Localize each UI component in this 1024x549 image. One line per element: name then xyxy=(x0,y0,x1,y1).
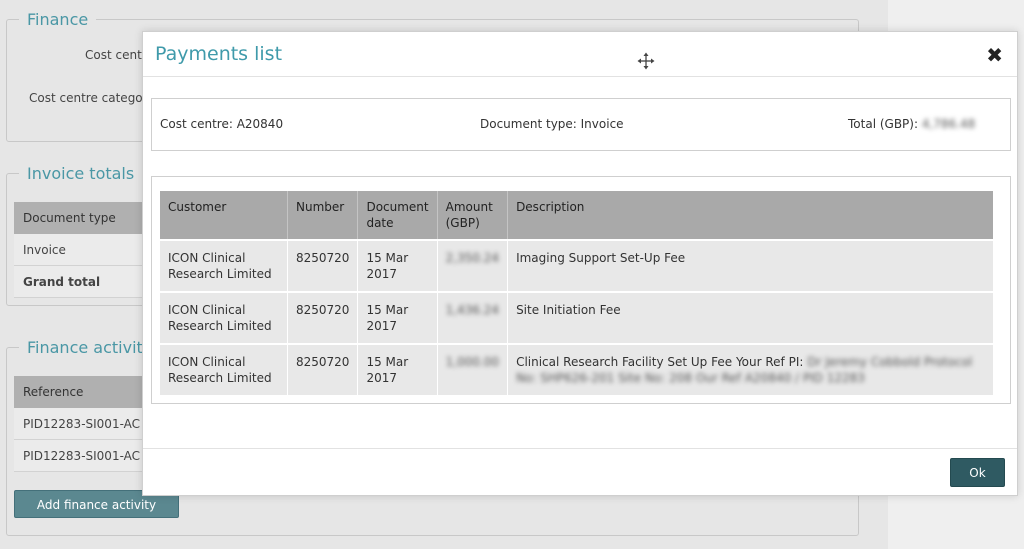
description-text: Imaging Support Set-Up Fee xyxy=(516,251,686,265)
column-header-document-date: Document date xyxy=(358,191,438,239)
description-text: Clinical Research Facility Set Up Fee Yo… xyxy=(516,355,804,369)
cell-customer: ICON Clinical Research Limited xyxy=(160,241,288,291)
move-icon[interactable] xyxy=(637,52,655,70)
column-header-customer: Customer xyxy=(160,191,288,239)
invoice-totals-row: Invoice xyxy=(14,234,144,266)
cost-centre-label: Cost cent xyxy=(85,48,142,62)
cell-customer: ICON Clinical Research Limited xyxy=(160,345,288,395)
cell-customer: ICON Clinical Research Limited xyxy=(160,293,288,343)
finance-legend: Finance xyxy=(27,10,89,29)
payments-table: Customer Number Document date Amount (GB… xyxy=(160,189,993,397)
cell-document-date: 15 Mar 2017 xyxy=(358,345,438,395)
cell-amount: 1,436.24 xyxy=(437,293,509,343)
table-row: ICON Clinical Research Limited 8250720 1… xyxy=(160,293,993,343)
summary-document-type: Document type: Invoice xyxy=(480,117,624,131)
cell-number: 8250720 xyxy=(288,293,359,343)
summary-total-label: Total (GBP): xyxy=(848,117,919,131)
cost-centre-category-label: Cost centre catego xyxy=(29,91,143,105)
footer-divider xyxy=(143,448,1017,449)
summary-total: Total (GBP): 4,786.48 xyxy=(848,117,975,131)
table-header-row: Customer Number Document date Amount (GB… xyxy=(160,191,993,239)
header-divider xyxy=(143,76,1017,77)
cell-document-date: 15 Mar 2017 xyxy=(358,293,438,343)
invoice-totals-legend: Invoice totals xyxy=(27,164,135,183)
invoice-totals-header: Document type xyxy=(14,202,144,234)
cell-description: Imaging Support Set-Up Fee xyxy=(508,241,993,291)
table-row: ICON Clinical Research Limited 8250720 1… xyxy=(160,345,993,395)
cell-amount: 1,000.00 xyxy=(437,345,509,395)
column-header-amount: Amount (GBP) xyxy=(437,191,509,239)
column-header-number: Number xyxy=(288,191,359,239)
table-row: ICON Clinical Research Limited 8250720 1… xyxy=(160,241,993,291)
column-header-description: Description xyxy=(508,191,993,239)
description-text: Site Initiation Fee xyxy=(516,303,621,317)
cell-number: 8250720 xyxy=(288,241,359,291)
cell-description: Clinical Research Facility Set Up Fee Yo… xyxy=(508,345,993,395)
summary-total-value: 4,786.48 xyxy=(921,117,976,131)
payments-summary: Cost centre: A20840 Document type: Invoi… xyxy=(151,98,1011,151)
cell-amount: 2,350.24 xyxy=(437,241,509,291)
invoice-totals-grand-total: Grand total xyxy=(14,266,144,298)
payments-list-modal: Payments list ✖ Cost centre: A20840 Docu… xyxy=(142,31,1018,496)
amount-value: 1,436.24 xyxy=(445,303,500,317)
finance-activities-header: Reference xyxy=(14,376,144,408)
amount-value: 1,000.00 xyxy=(445,355,500,369)
payments-table-container: Customer Number Document date Amount (GB… xyxy=(151,176,1011,404)
ok-button[interactable]: Ok xyxy=(950,458,1005,487)
amount-value: 2,350.24 xyxy=(445,251,500,265)
finance-activity-row[interactable]: PID12283-SI001-AC xyxy=(14,440,144,472)
modal-title: Payments list xyxy=(155,43,283,65)
cell-document-date: 15 Mar 2017 xyxy=(358,241,438,291)
close-icon[interactable]: ✖ xyxy=(986,44,1003,66)
cell-number: 8250720 xyxy=(288,345,359,395)
summary-cost-centre: Cost centre: A20840 xyxy=(160,117,284,131)
finance-activity-row[interactable]: PID12283-SI001-AC xyxy=(14,408,144,440)
cell-description: Site Initiation Fee xyxy=(508,293,993,343)
